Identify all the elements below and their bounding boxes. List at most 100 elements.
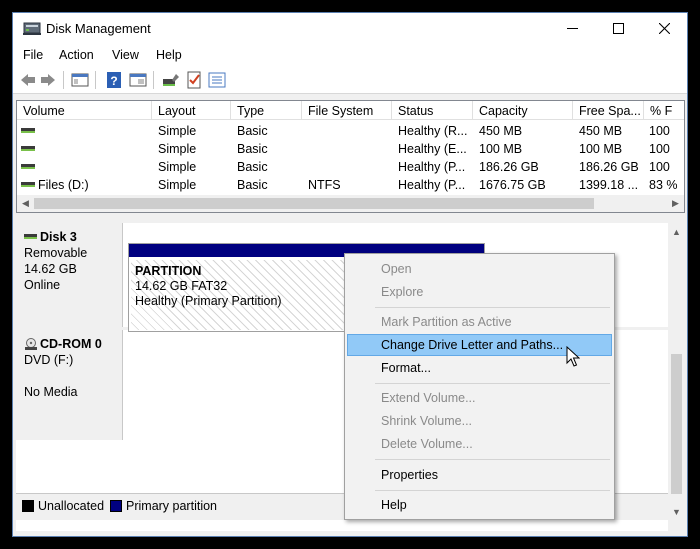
close-button[interactable] bbox=[641, 13, 687, 44]
partition-size: 14.62 GB FAT32 bbox=[135, 279, 228, 293]
column-capacity[interactable]: Capacity bbox=[473, 101, 573, 120]
drive-icon bbox=[21, 164, 35, 169]
partition-info: PARTITION 14.62 GB FAT32 Healthy (Primar… bbox=[135, 264, 282, 309]
connect-disk-icon[interactable] bbox=[162, 71, 180, 89]
unallocated-swatch bbox=[22, 500, 34, 512]
menu-action[interactable]: Action bbox=[59, 48, 94, 62]
disk-name-text: Disk 3 bbox=[40, 230, 77, 244]
volume-type: Basic bbox=[237, 178, 268, 192]
menu-item-delete-volume[interactable]: Delete Volume... bbox=[347, 433, 612, 455]
cdrom-0-blank bbox=[24, 368, 122, 384]
column-percent-free[interactable]: % F bbox=[644, 101, 684, 120]
properties-window-icon[interactable] bbox=[129, 71, 147, 89]
volume-layout: Simple bbox=[158, 124, 197, 138]
disk-3-label[interactable]: Disk 3 Removable 14.62 GB Online bbox=[16, 223, 123, 327]
minimize-icon bbox=[566, 28, 578, 29]
partition-status: Healthy (Primary Partition) bbox=[135, 294, 282, 308]
toolbar-separator bbox=[153, 71, 154, 89]
scroll-left-icon[interactable]: ◀ bbox=[17, 195, 34, 212]
disk-3-status: Online bbox=[24, 278, 61, 292]
drive-icon bbox=[21, 146, 35, 151]
volume-capacity: 450 MB bbox=[479, 124, 523, 138]
menu-view[interactable]: View bbox=[112, 48, 139, 62]
show-hide-tree-icon[interactable] bbox=[71, 71, 89, 89]
list-view-icon[interactable] bbox=[208, 71, 226, 89]
volume-percent: 100 bbox=[649, 124, 670, 138]
column-type[interactable]: Type bbox=[231, 101, 302, 120]
help-book-icon[interactable]: ? bbox=[105, 71, 123, 89]
volume-status: Healthy (P... bbox=[398, 178, 466, 192]
volume-free: 1399.18 ... bbox=[579, 178, 639, 192]
toolbar-separator bbox=[95, 71, 96, 89]
volume-type: Basic bbox=[237, 160, 268, 174]
disk-3-name: Disk 3 bbox=[24, 229, 122, 245]
menu-separator bbox=[375, 307, 610, 308]
drive-icon bbox=[21, 182, 35, 187]
volume-capacity: 100 MB bbox=[479, 142, 523, 156]
volume-status: Healthy (E... bbox=[398, 142, 467, 156]
volume-layout: Simple bbox=[158, 178, 197, 192]
menu-item-properties[interactable]: Properties bbox=[347, 464, 612, 486]
maximize-icon bbox=[612, 23, 624, 34]
menu-item-explore[interactable]: Explore bbox=[347, 281, 612, 303]
toolbar-separator bbox=[63, 71, 64, 89]
cdrom-0-name: CD-ROM 0 bbox=[24, 336, 122, 352]
volume-free: 186.26 GB bbox=[579, 160, 639, 174]
menu-item-shrink-volume[interactable]: Shrink Volume... bbox=[347, 410, 612, 432]
menu-separator bbox=[375, 383, 610, 384]
volume-name: Files (D:) bbox=[38, 178, 89, 192]
menu-bar: File Action View Help bbox=[13, 44, 687, 66]
volume-status: Healthy (P... bbox=[398, 160, 466, 174]
volume-row[interactable]: Files (D:) Simple Basic NTFS Healthy (P.… bbox=[17, 176, 684, 194]
scroll-down-icon[interactable]: ▼ bbox=[668, 503, 685, 520]
legend-unallocated: Unallocated bbox=[38, 499, 105, 513]
horizontal-scroll-thumb[interactable] bbox=[34, 198, 594, 209]
menu-help[interactable]: Help bbox=[156, 48, 182, 62]
disk-3-size: 14.62 GB bbox=[24, 262, 77, 276]
forward-arrow-icon[interactable] bbox=[39, 71, 57, 89]
vertical-scrollbar[interactable]: ▲ ▼ bbox=[668, 223, 685, 520]
menu-item-open[interactable]: Open bbox=[347, 258, 612, 280]
back-arrow-icon[interactable] bbox=[19, 71, 37, 89]
vertical-scroll-thumb[interactable] bbox=[671, 354, 682, 494]
menu-item-help[interactable]: Help bbox=[347, 494, 612, 516]
mouse-pointer-icon bbox=[566, 346, 580, 367]
cdrom-0-label[interactable]: CD-ROM 0 DVD (F:) No Media bbox=[16, 330, 123, 440]
primary-partition-swatch bbox=[110, 500, 122, 512]
horizontal-scrollbar[interactable]: ◀ ▶ bbox=[17, 195, 684, 212]
cdrom-0-status: No Media bbox=[24, 385, 78, 399]
scroll-right-icon[interactable]: ▶ bbox=[667, 195, 684, 212]
checklist-icon[interactable] bbox=[185, 71, 203, 89]
disk-icon bbox=[24, 234, 37, 239]
minimize-button[interactable] bbox=[549, 13, 595, 44]
menu-separator bbox=[375, 459, 610, 460]
menu-separator bbox=[375, 490, 610, 491]
menu-item-extend-volume[interactable]: Extend Volume... bbox=[347, 387, 612, 409]
volume-list[interactable]: Volume Layout Type File System Status Ca… bbox=[16, 100, 685, 213]
column-volume[interactable]: Volume bbox=[17, 101, 152, 120]
window-title: Disk Management bbox=[46, 21, 151, 36]
volume-fs: NTFS bbox=[308, 178, 341, 192]
close-icon bbox=[658, 23, 670, 34]
partition-context-menu: Open Explore Mark Partition as Active Ch… bbox=[344, 253, 615, 520]
volume-free: 450 MB bbox=[579, 124, 623, 138]
volume-layout: Simple bbox=[158, 142, 197, 156]
volume-status: Healthy (R... bbox=[398, 124, 468, 138]
maximize-button[interactable] bbox=[595, 13, 641, 44]
cd-rom-icon bbox=[25, 338, 37, 350]
column-file-system[interactable]: File System bbox=[302, 101, 392, 120]
volume-layout: Simple bbox=[158, 160, 197, 174]
column-status[interactable]: Status bbox=[392, 101, 473, 120]
column-layout[interactable]: Layout bbox=[152, 101, 231, 120]
volume-row[interactable]: Simple Basic Healthy (E... 100 MB 100 MB… bbox=[17, 140, 684, 158]
column-free-space[interactable]: Free Spa... bbox=[573, 101, 644, 120]
menu-item-mark-active[interactable]: Mark Partition as Active bbox=[347, 311, 612, 333]
volume-row[interactable]: Simple Basic Healthy (P... 186.26 GB 186… bbox=[17, 158, 684, 176]
scroll-up-icon[interactable]: ▲ bbox=[668, 223, 685, 240]
volume-type: Basic bbox=[237, 142, 268, 156]
volume-row[interactable]: Simple Basic Healthy (R... 450 MB 450 MB… bbox=[17, 122, 684, 140]
volume-type: Basic bbox=[237, 124, 268, 138]
volume-percent: 100 bbox=[649, 142, 670, 156]
cdrom-0-drive: DVD (F:) bbox=[24, 353, 74, 367]
menu-file[interactable]: File bbox=[23, 48, 43, 62]
